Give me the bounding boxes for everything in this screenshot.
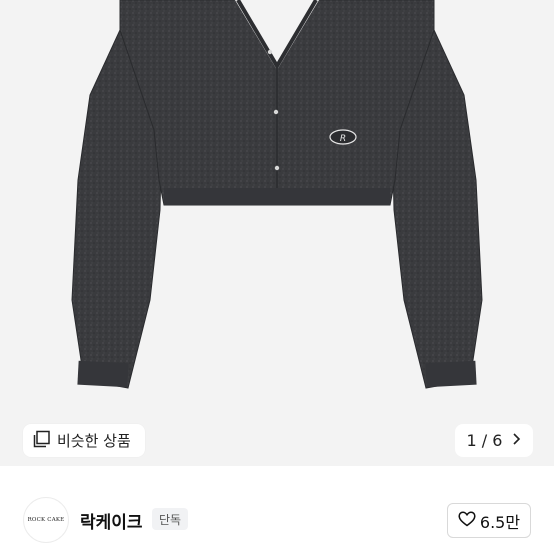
- shop-logo[interactable]: ROCK CAKE: [23, 497, 69, 543]
- like-button[interactable]: 6.5만: [447, 503, 531, 538]
- similar-products-button[interactable]: 비슷한 상품: [23, 424, 145, 457]
- heart-outline-icon: [458, 511, 476, 531]
- svg-text:R: R: [340, 134, 346, 144]
- pager-total: 6: [492, 431, 503, 450]
- shop-name[interactable]: 락케이크: [80, 508, 143, 533]
- pager-text: 1 / 6: [467, 431, 503, 450]
- pager-current: 1: [466, 431, 477, 450]
- similar-items-icon: [33, 430, 51, 452]
- exclusive-badge: 단독: [152, 508, 189, 530]
- product-image-gallery[interactable]: R 비슷한 상품 1 / 6: [0, 0, 554, 466]
- section-divider: [0, 466, 554, 486]
- like-count: 6.5만: [479, 512, 521, 532]
- chevron-right-icon[interactable]: [512, 431, 521, 450]
- product-image: R: [71, 0, 483, 389]
- shop-logo-text: ROCK CAKE: [27, 517, 65, 523]
- similar-products-label: 비슷한 상품: [57, 432, 131, 450]
- image-pager[interactable]: 1 / 6: [455, 424, 533, 457]
- pager-separator: /: [481, 431, 488, 450]
